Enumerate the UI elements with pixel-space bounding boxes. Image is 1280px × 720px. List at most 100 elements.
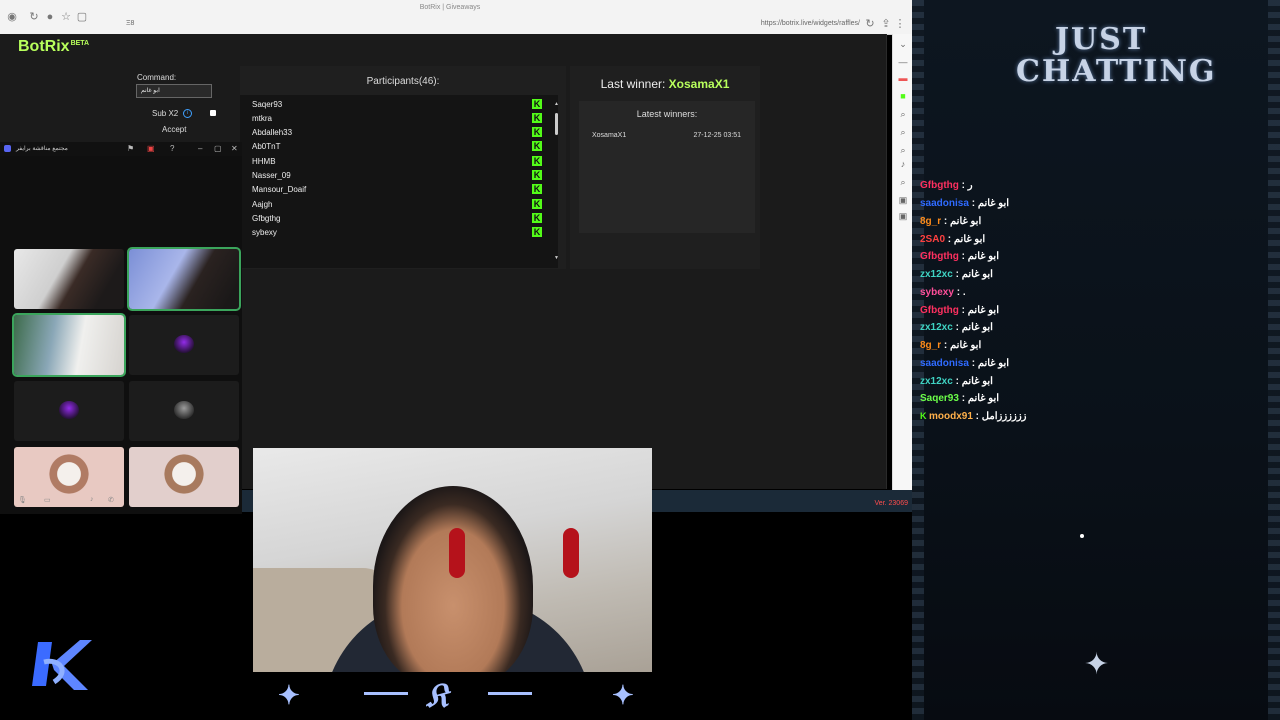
search-icon[interactable]: ⌕ xyxy=(897,176,909,188)
close-icon[interactable]: ✕ xyxy=(231,144,238,153)
participant-row[interactable]: Saqer93 K xyxy=(252,97,546,111)
extension-icon[interactable]: ⋮ xyxy=(894,18,906,30)
participant-row[interactable]: mtkra K xyxy=(252,111,546,125)
chat-text: ززززززامل xyxy=(981,411,1027,422)
participant-name: Abdalleh33 xyxy=(252,128,293,137)
chat-text: ابو غانم xyxy=(967,393,1000,404)
participant-row[interactable]: Nasser_09 K xyxy=(252,168,546,182)
chat-message: Saqer93 : ابو غانم xyxy=(920,393,999,409)
sub-x2-label: Sub X2 xyxy=(152,109,179,118)
botrix-logo[interactable]: BotRixBETA xyxy=(18,38,89,56)
participant-row[interactable]: Mansour_Doaif K xyxy=(252,182,546,196)
kick-icon[interactable]: ■ xyxy=(897,90,909,102)
mic-icon[interactable]: ♪ xyxy=(90,496,94,503)
browser-side-strip: ⌄ — ▬ ■ ⌕ ⌕ ⌕ ♪ ⌕ ▣ ▣ xyxy=(892,34,913,490)
search-icon[interactable]: ⌕ xyxy=(897,108,909,120)
participant-video-tile[interactable] xyxy=(127,247,241,311)
scroll-thumb[interactable] xyxy=(555,113,558,135)
participant-avatar-tile[interactable] xyxy=(129,381,239,441)
chat-message: zx12xc : ابو غانم xyxy=(920,322,993,338)
tab-title[interactable]: BotRix | Giveaways xyxy=(380,4,520,11)
search-icon[interactable]: ⌕ xyxy=(897,126,909,138)
participant-row[interactable]: Aajgh K xyxy=(252,197,546,211)
chat-username: 8g_r xyxy=(920,216,942,227)
discord-logo-icon xyxy=(4,145,11,152)
last-winner-label: Last winner: xyxy=(600,77,666,91)
accept-button[interactable]: Accept xyxy=(162,125,186,134)
scroll-down-icon[interactable]: ▼ xyxy=(554,255,559,261)
flag-icon[interactable]: ⚑ xyxy=(127,144,134,153)
streamer-head xyxy=(373,486,533,672)
chat-text: . xyxy=(962,287,966,298)
participant-row[interactable]: sybexy K xyxy=(252,225,546,239)
browser-logo-icon[interactable]: ◉ xyxy=(6,11,18,23)
chat-text: ابو غانم xyxy=(961,322,993,333)
chat-text: ابو غانم xyxy=(961,376,993,387)
call-controls: 🎙 ▭ ♪ ✆ xyxy=(14,496,124,510)
chevron-down-icon[interactable]: ⌄ xyxy=(897,38,909,50)
chat-message: Gfbgthg : ابو غانم xyxy=(920,251,999,267)
search-icon[interactable]: ⌕ xyxy=(897,144,909,156)
scroll-up-icon[interactable]: ▲ xyxy=(554,101,559,107)
sparkle-icon: ✦ xyxy=(1084,648,1110,681)
participant-video-tile[interactable] xyxy=(129,447,239,507)
tiktok-icon[interactable]: ♪ xyxy=(897,158,909,170)
maximize-icon[interactable]: ▢ xyxy=(214,144,222,153)
chat-overlay: JUST CHATTING Gfbgthg : ر saadonisa : اب… xyxy=(912,0,1280,720)
participant-row[interactable]: Gfbgthg K xyxy=(252,211,546,225)
webcam-feed xyxy=(253,448,652,672)
participant-name: Aajgh xyxy=(252,200,273,209)
chat-text: ابو غانم xyxy=(953,234,986,245)
kick-icon: K xyxy=(532,213,542,223)
star-icon[interactable]: ☆ xyxy=(60,11,72,23)
participant-avatar-tile[interactable] xyxy=(14,381,124,441)
media-icon[interactable]: ▬ xyxy=(897,72,909,84)
camera-icon[interactable]: ▭ xyxy=(44,496,51,504)
chat-username: zx12xc xyxy=(920,322,953,333)
participant-video-tile[interactable] xyxy=(14,249,124,309)
chat-text: ابو غانم xyxy=(967,305,999,316)
chat-separator: : xyxy=(941,340,951,351)
participants-scrollbar[interactable]: ▲ ▼ xyxy=(554,101,559,261)
kick-icon: K xyxy=(532,199,542,209)
command-input[interactable]: ابو غانم xyxy=(136,84,212,98)
reload-icon[interactable]: ↻ xyxy=(864,18,876,30)
headphone-right xyxy=(563,528,579,578)
latest-winner-date: 27-12-25 03:51 xyxy=(693,132,741,139)
browser-toolbar: ◉ ↻ ● ☆ ▢ BotRix | Giveaways Ξ8 https://… xyxy=(0,0,912,35)
chat-message: zx12xc : ابو غانم xyxy=(920,376,993,392)
participants-list[interactable]: Saqer93 K mtkra K Abdalleh33 K Ab0TnT K HHMB… xyxy=(240,95,558,268)
decor-line xyxy=(364,692,408,695)
headphone-left xyxy=(449,528,465,578)
participant-video-tile[interactable] xyxy=(12,313,126,377)
tab-icon[interactable]: ▢ xyxy=(76,11,88,23)
address-bar[interactable]: Ξ8 https://botrix.live/widgets/raffles/ xyxy=(110,17,860,31)
help-icon[interactable]: ? xyxy=(170,144,174,153)
refresh-icon[interactable]: ↻ xyxy=(28,11,40,23)
chat-text: ابو غانم xyxy=(950,340,982,351)
chat-username: zx12xc xyxy=(920,269,953,280)
chat-username: Gfbgthg xyxy=(920,251,959,262)
screen-share-icon[interactable]: ▣ xyxy=(147,144,155,153)
sub-x2-checkbox[interactable] xyxy=(210,110,216,116)
avatar xyxy=(59,401,79,419)
mute-icon[interactable]: 🎙 xyxy=(18,496,27,504)
chat-separator: : xyxy=(968,198,978,209)
chat-text: ر xyxy=(967,180,973,191)
participant-row[interactable]: Ab0TnT K xyxy=(252,139,546,153)
square-icon[interactable]: ▣ xyxy=(897,194,909,206)
share-icon[interactable]: ⇪ xyxy=(880,18,892,30)
participant-row[interactable]: Abdalleh33 K xyxy=(252,125,546,139)
chat-separator: : xyxy=(952,376,962,387)
square-icon[interactable]: ▣ xyxy=(897,210,909,222)
participant-row[interactable]: HHMB K xyxy=(252,154,546,168)
minimize-icon[interactable]: – xyxy=(198,144,202,153)
profile-icon[interactable]: ● xyxy=(44,11,56,23)
participant-name: Gfbgthg xyxy=(252,214,281,223)
chat-separator: : xyxy=(941,216,951,227)
chat-username: moodx91 xyxy=(929,411,973,422)
participant-avatar-tile[interactable] xyxy=(129,315,239,375)
leave-icon[interactable]: ✆ xyxy=(108,496,114,504)
chat-username: 8g_r xyxy=(920,340,942,351)
info-icon[interactable]: i xyxy=(183,109,192,118)
